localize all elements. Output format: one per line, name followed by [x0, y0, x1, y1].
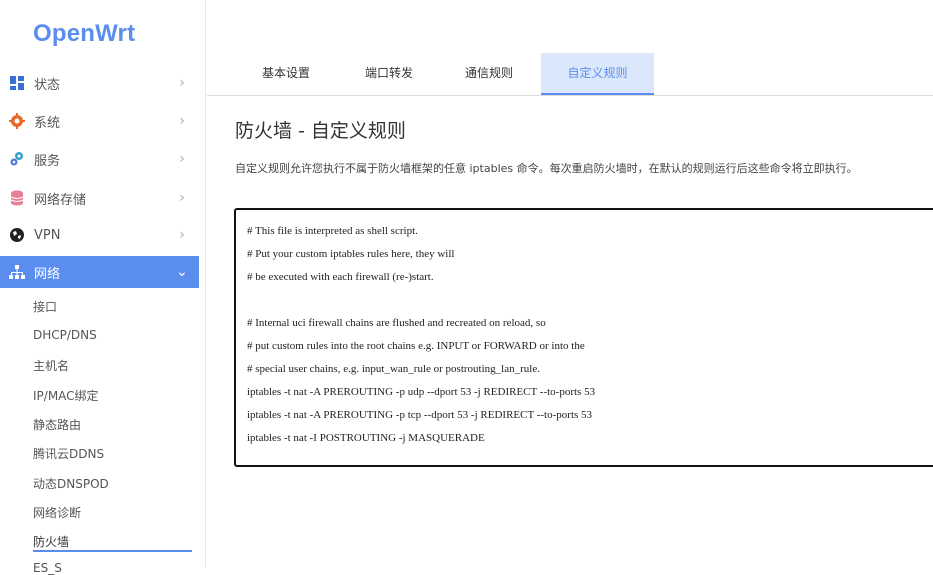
- gear-icon: [9, 113, 25, 129]
- sidebar-subitem-qos[interactable]: ES_S: [33, 561, 62, 575]
- sidebar-subitem-hostnames[interactable]: 主机名: [33, 357, 69, 374]
- code-line: iptables -t nat -I POSTROUTING -j MASQUE…: [247, 432, 485, 444]
- chevron-right-icon: ›: [179, 75, 185, 91]
- sidebar-subitem-firewall[interactable]: 防火墙: [33, 533, 69, 550]
- code-line: iptables -t nat -A PREROUTING -p tcp --d…: [247, 409, 593, 421]
- sidebar-subitem-static-routes[interactable]: 静态路由: [33, 416, 81, 433]
- chevron-right-icon: ›: [179, 113, 185, 129]
- code-line: iptables -t nat -A PREROUTING -p udp --d…: [247, 386, 596, 398]
- sidebar-item-status[interactable]: 状态 ›: [0, 67, 199, 99]
- database-icon: [9, 190, 25, 206]
- active-subitem-underline: [33, 550, 192, 552]
- sidebar-item-system[interactable]: 系统 ›: [0, 105, 199, 137]
- sidebar-item-label: 系统: [34, 115, 61, 131]
- sidebar-item-network[interactable]: 网络 ⌄: [0, 256, 199, 288]
- code-line: # special user chains, e.g. input_wan_ru…: [247, 363, 540, 375]
- tab-port-forwards[interactable]: 端口转发: [336, 53, 442, 94]
- vpn-icon: [9, 227, 25, 243]
- code-line: # Put your custom iptables rules here, t…: [247, 248, 455, 260]
- chevron-down-icon: ⌄: [176, 264, 188, 280]
- sidebar-subitem-dhcp-dns[interactable]: DHCP/DNS: [33, 328, 97, 342]
- custom-rules-textarea[interactable]: # This file is interpreted as shell scri…: [234, 208, 933, 467]
- sidebar-item-label: 服务: [34, 153, 61, 169]
- code-line: # This file is interpreted as shell scri…: [247, 225, 418, 237]
- code-line: # be executed with each firewall (re-)st…: [247, 271, 434, 283]
- sidebar-item-nas[interactable]: 网络存储 ›: [0, 182, 199, 214]
- sidebar-item-label: 网络存储: [34, 192, 87, 208]
- page-description: 自定义规则允许您执行不属于防火墙框架的任意 iptables 命令。每次重启防火…: [235, 162, 858, 175]
- chevron-right-icon: ›: [179, 151, 185, 167]
- sidebar-subitem-dnspod[interactable]: 动态DNSPOD: [33, 475, 109, 492]
- tab-bar: 基本设置 端口转发 通信规则 自定义规则: [207, 53, 933, 96]
- sidebar-item-services[interactable]: 服务 ›: [0, 143, 199, 175]
- code-line: # Internal uci firewall chains are flush…: [247, 317, 546, 329]
- sidebar-item-label: VPN: [34, 227, 61, 243]
- tab-custom-rules[interactable]: 自定义规则: [541, 53, 654, 95]
- sidebar-item-vpn[interactable]: VPN ›: [0, 219, 199, 251]
- network-icon: [9, 264, 25, 280]
- services-icon: [9, 151, 25, 167]
- sidebar-item-label: 状态: [34, 77, 61, 93]
- code-line: # put custom rules into the root chains …: [247, 340, 585, 352]
- dashboard-icon: [9, 75, 25, 91]
- sidebar-subitem-tencent-ddns[interactable]: 腾讯云DDNS: [33, 445, 104, 462]
- tab-traffic-rules[interactable]: 通信规则: [436, 53, 542, 94]
- openwrt-logo[interactable]: OpenWrt: [33, 20, 135, 48]
- tab-general-settings[interactable]: 基本设置: [233, 53, 339, 94]
- chevron-right-icon: ›: [179, 190, 185, 206]
- sidebar-subitem-diagnostics[interactable]: 网络诊断: [33, 504, 81, 521]
- chevron-right-icon: ›: [179, 227, 185, 243]
- sidebar-item-label: 网络: [34, 266, 61, 282]
- sidebar-subitem-interfaces[interactable]: 接口: [33, 298, 57, 315]
- sidebar: OpenWrt 状态 › 系统 › 服务 › 网络存储 › VPN › 网络 ⌄…: [0, 0, 206, 575]
- sidebar-subitem-ip-mac-binding[interactable]: IP/MAC绑定: [33, 387, 99, 404]
- page-title: 防火墙 - 自定义规则: [235, 120, 406, 142]
